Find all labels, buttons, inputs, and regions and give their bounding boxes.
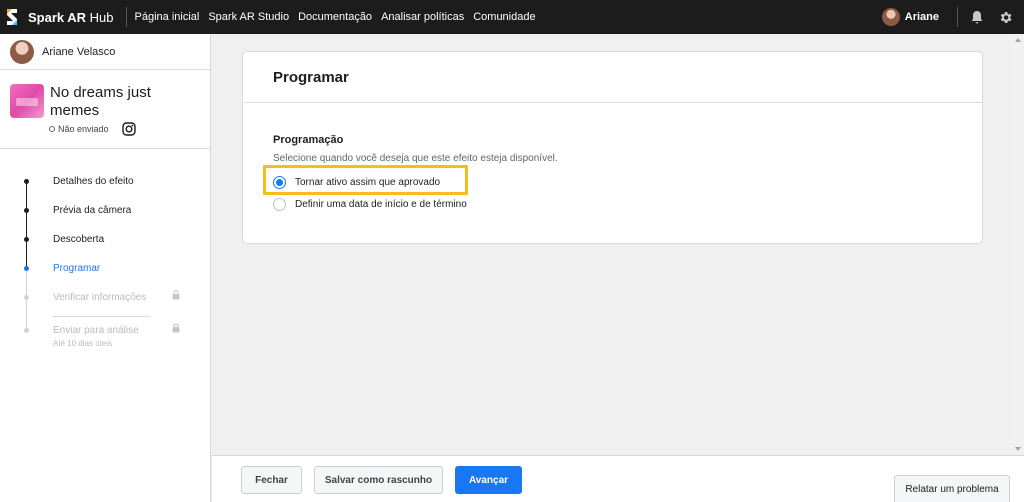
effect-thumbnail xyxy=(10,84,44,118)
sidebar-user-name: Ariane Velasco xyxy=(42,45,116,58)
schedule-card: Programar Programação Selecione quando v… xyxy=(242,51,983,244)
report-problem-button[interactable]: Relatar um problema xyxy=(894,475,1010,502)
radio-label: Tornar ativo assim que aprovado xyxy=(295,177,441,188)
main-nav: Página inicial Spark AR Studio Documenta… xyxy=(135,0,545,34)
progress-line xyxy=(26,182,27,269)
radio-button[interactable] xyxy=(273,176,286,189)
effect-summary: No dreams just memes Não enviado xyxy=(0,70,210,149)
notifications-button[interactable] xyxy=(968,8,986,26)
close-button[interactable]: Fechar xyxy=(241,466,302,494)
step-marker xyxy=(24,179,29,184)
radio-option-date-range[interactable]: Definir uma data de início e de término xyxy=(273,198,467,211)
settings-button[interactable] xyxy=(996,8,1014,26)
progress-line-pending xyxy=(26,271,27,329)
brand-logo[interactable]: Spark AR Hub xyxy=(0,0,114,34)
avatar xyxy=(10,39,34,64)
user-name: Ariane xyxy=(904,11,939,23)
section-description: Selecione quando você deseja que este ef… xyxy=(273,153,558,164)
next-button[interactable]: Avançar xyxy=(455,466,522,494)
section-title: Programação xyxy=(273,134,344,146)
status-text: Não enviado xyxy=(58,124,109,134)
radio-label: Definir uma data de início e de término xyxy=(295,199,467,210)
scroll-up-arrow-icon[interactable] xyxy=(1015,38,1021,42)
save-draft-button[interactable]: Salvar como rascunho xyxy=(314,466,443,494)
user-menu[interactable]: Ariane xyxy=(881,8,939,26)
step-label: Programar xyxy=(53,263,101,274)
nav-link-studio[interactable]: Spark AR Studio xyxy=(208,11,289,23)
step-marker xyxy=(24,328,29,333)
lock-icon xyxy=(172,323,180,333)
sidebar: Ariane Velasco No dreams just memes Não … xyxy=(0,34,211,502)
radio-option-active-on-approval[interactable]: Tornar ativo assim que aprovado xyxy=(273,176,440,189)
effect-title: No dreams just memes xyxy=(50,84,151,119)
step-marker xyxy=(24,295,29,300)
radio-button[interactable] xyxy=(273,198,286,211)
spark-ar-logo-icon xyxy=(7,9,17,25)
card-header: Programar xyxy=(243,52,982,103)
scroll-down-arrow-icon[interactable] xyxy=(1015,447,1021,451)
divider xyxy=(125,7,127,27)
gear-icon xyxy=(1000,11,1011,23)
page-title: Programar xyxy=(273,68,349,86)
status-dot-icon xyxy=(49,126,55,132)
step-label: Descoberta xyxy=(53,234,105,245)
step-marker xyxy=(24,237,29,242)
step-label: Prévia da câmera xyxy=(53,205,132,216)
brand-name: Spark AR Hub xyxy=(28,9,114,25)
divider xyxy=(53,316,150,317)
step-label: Verificar informações xyxy=(53,292,147,303)
nav-link-policies[interactable]: Analisar políticas xyxy=(381,11,464,23)
bell-icon xyxy=(971,10,983,24)
step-sublabel: Até 10 dias úteis xyxy=(53,339,113,348)
top-navigation-bar: Spark AR Hub Página inicial Spark AR Stu… xyxy=(0,0,1024,34)
step-label: Enviar para análise xyxy=(53,325,139,336)
step-marker xyxy=(24,208,29,213)
scrollbar[interactable] xyxy=(1012,34,1024,455)
divider xyxy=(957,7,958,27)
nav-link-community[interactable]: Comunidade xyxy=(473,11,535,23)
effect-status: Não enviado xyxy=(49,122,136,136)
nav-link-home[interactable]: Página inicial xyxy=(135,11,200,23)
step-label: Detalhes do efeito xyxy=(53,176,134,187)
instagram-icon xyxy=(121,122,136,136)
nav-link-docs[interactable]: Documentação xyxy=(298,11,372,23)
avatar xyxy=(881,8,900,26)
step-marker xyxy=(24,266,29,271)
sidebar-user[interactable]: Ariane Velasco xyxy=(0,34,210,70)
lock-icon xyxy=(172,290,180,300)
